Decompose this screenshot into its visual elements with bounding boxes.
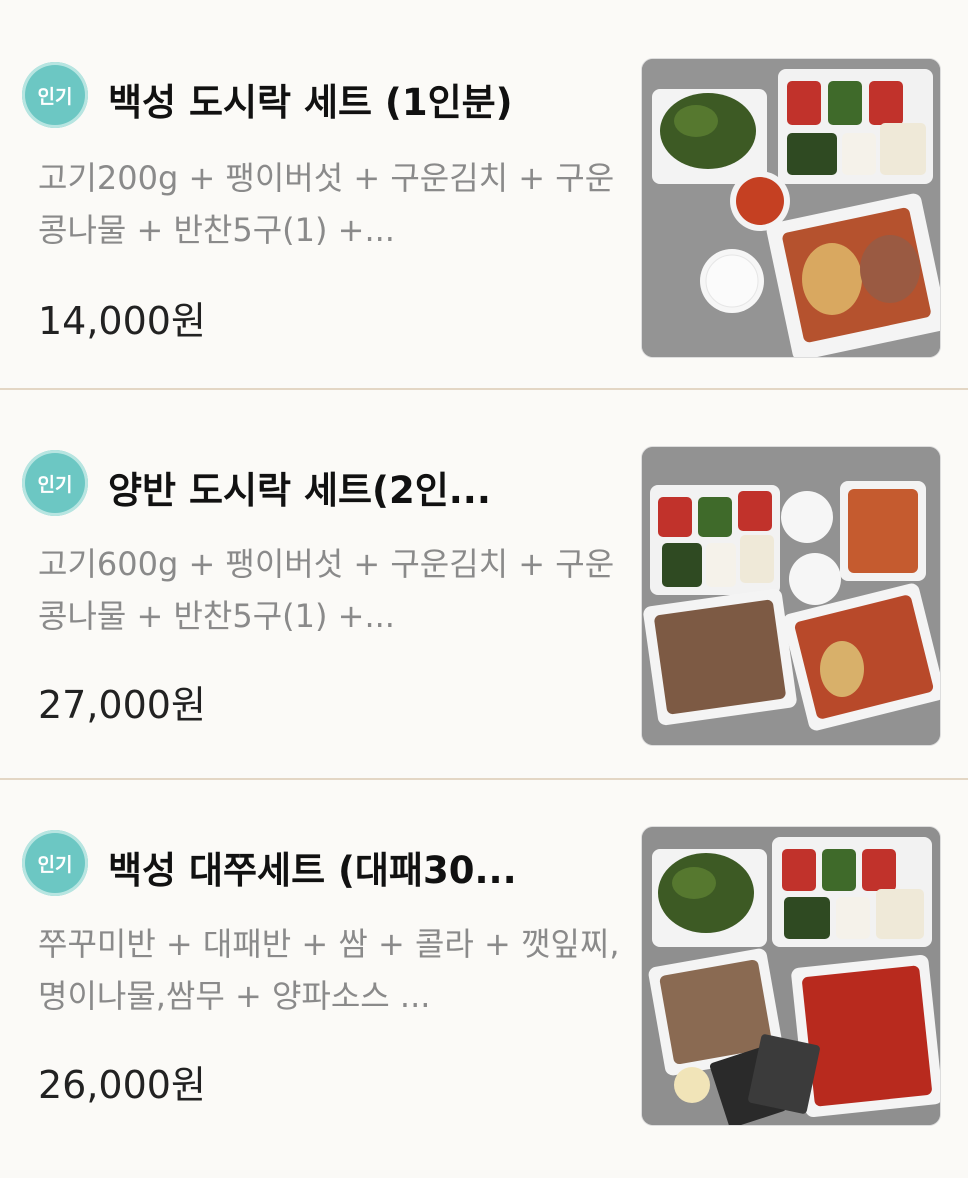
menu-item-photo[interactable] xyxy=(641,446,941,746)
food-photo-image xyxy=(642,59,940,357)
menu-item-description: 고기600g + 팽이버섯 + 구운김치 + 구운콩나물 + 반찬5구(1) +… xyxy=(38,545,615,635)
food-photo-image xyxy=(642,827,940,1125)
menu-list: 인기 백성 도시락 세트 (1인분) 고기200g + 팽이버섯 + 구운김치 … xyxy=(0,0,968,1178)
popular-badge: 인기 xyxy=(22,450,88,516)
menu-item[interactable]: 인기 백성 대쭈세트 (대패30... 쭈꾸미반 + 대패반 + 쌈 + 콜라 … xyxy=(0,780,968,1170)
food-photo-image xyxy=(642,447,940,745)
menu-item-price: 27,000원 xyxy=(38,683,206,727)
popular-badge: 인기 xyxy=(22,62,88,128)
menu-item-description: 쭈꾸미반 + 대패반 + 쌈 + 콜라 + 깻잎찌,명이나물,쌈무 + 양파소스… xyxy=(38,925,620,1015)
menu-item-price: 26,000원 xyxy=(38,1063,206,1107)
menu-item-price: 14,000원 xyxy=(38,299,206,343)
menu-item-title: 양반 도시락 세트(2인... xyxy=(108,469,491,512)
menu-item[interactable]: 인기 백성 도시락 세트 (1인분) 고기200g + 팽이버섯 + 구운김치 … xyxy=(0,0,968,390)
menu-item-description: 고기200g + 팽이버섯 + 구운김치 + 구운콩나물 + 반찬5구(1) +… xyxy=(38,159,615,249)
menu-item-title: 백성 대쭈세트 (대패30... xyxy=(108,849,517,892)
menu-item-photo[interactable] xyxy=(641,58,941,358)
popular-badge: 인기 xyxy=(22,830,88,896)
menu-item[interactable]: 인기 양반 도시락 세트(2인... 고기600g + 팽이버섯 + 구운김치 … xyxy=(0,390,968,780)
menu-item-title: 백성 도시락 세트 (1인분) xyxy=(108,81,513,124)
menu-item-photo[interactable] xyxy=(641,826,941,1126)
